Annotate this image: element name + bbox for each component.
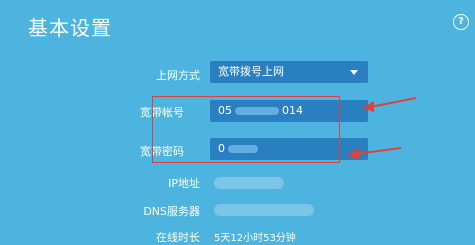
online-time-label: 在线时长 xyxy=(156,231,200,244)
ip-address-redaction xyxy=(214,177,284,189)
red-arrow-icon xyxy=(362,97,417,112)
red-arrow-icon xyxy=(347,147,402,160)
help-circle-icon[interactable]: ? xyxy=(453,14,469,30)
connection-type-value: 宽带拨号上网 xyxy=(218,65,284,78)
connection-type-select[interactable]: 宽带拨号上网 xyxy=(210,61,368,83)
dns-server-label: DNS服务器 xyxy=(143,205,200,218)
online-time-value: 5天12小时53分钟 xyxy=(214,233,296,244)
caret-down-icon xyxy=(350,70,358,75)
dns-server-redaction xyxy=(214,204,314,216)
connection-type-label: 上网方式 xyxy=(156,69,200,82)
annotation-highlight-box xyxy=(152,96,340,163)
ip-address-label: IP地址 xyxy=(168,177,200,190)
page-title: 基本设置 xyxy=(28,16,112,40)
